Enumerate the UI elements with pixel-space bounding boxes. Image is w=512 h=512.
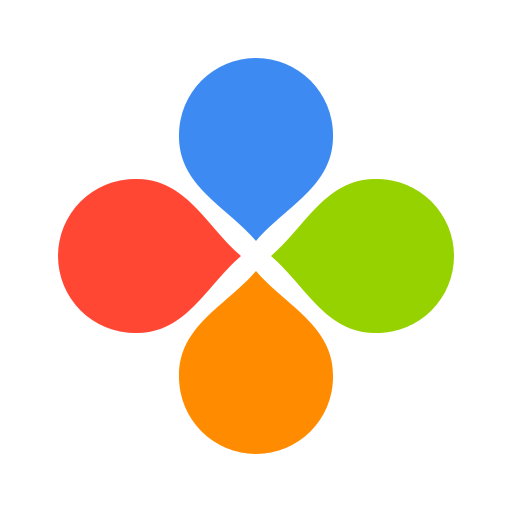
logo-petal-left	[58, 178, 241, 334]
app-icon-canvas	[0, 0, 512, 512]
logo-petal-right	[271, 178, 454, 334]
logo-petal-bottom	[178, 271, 334, 454]
four-petal-logo-icon	[58, 58, 454, 454]
logo-petal-top	[178, 58, 334, 241]
